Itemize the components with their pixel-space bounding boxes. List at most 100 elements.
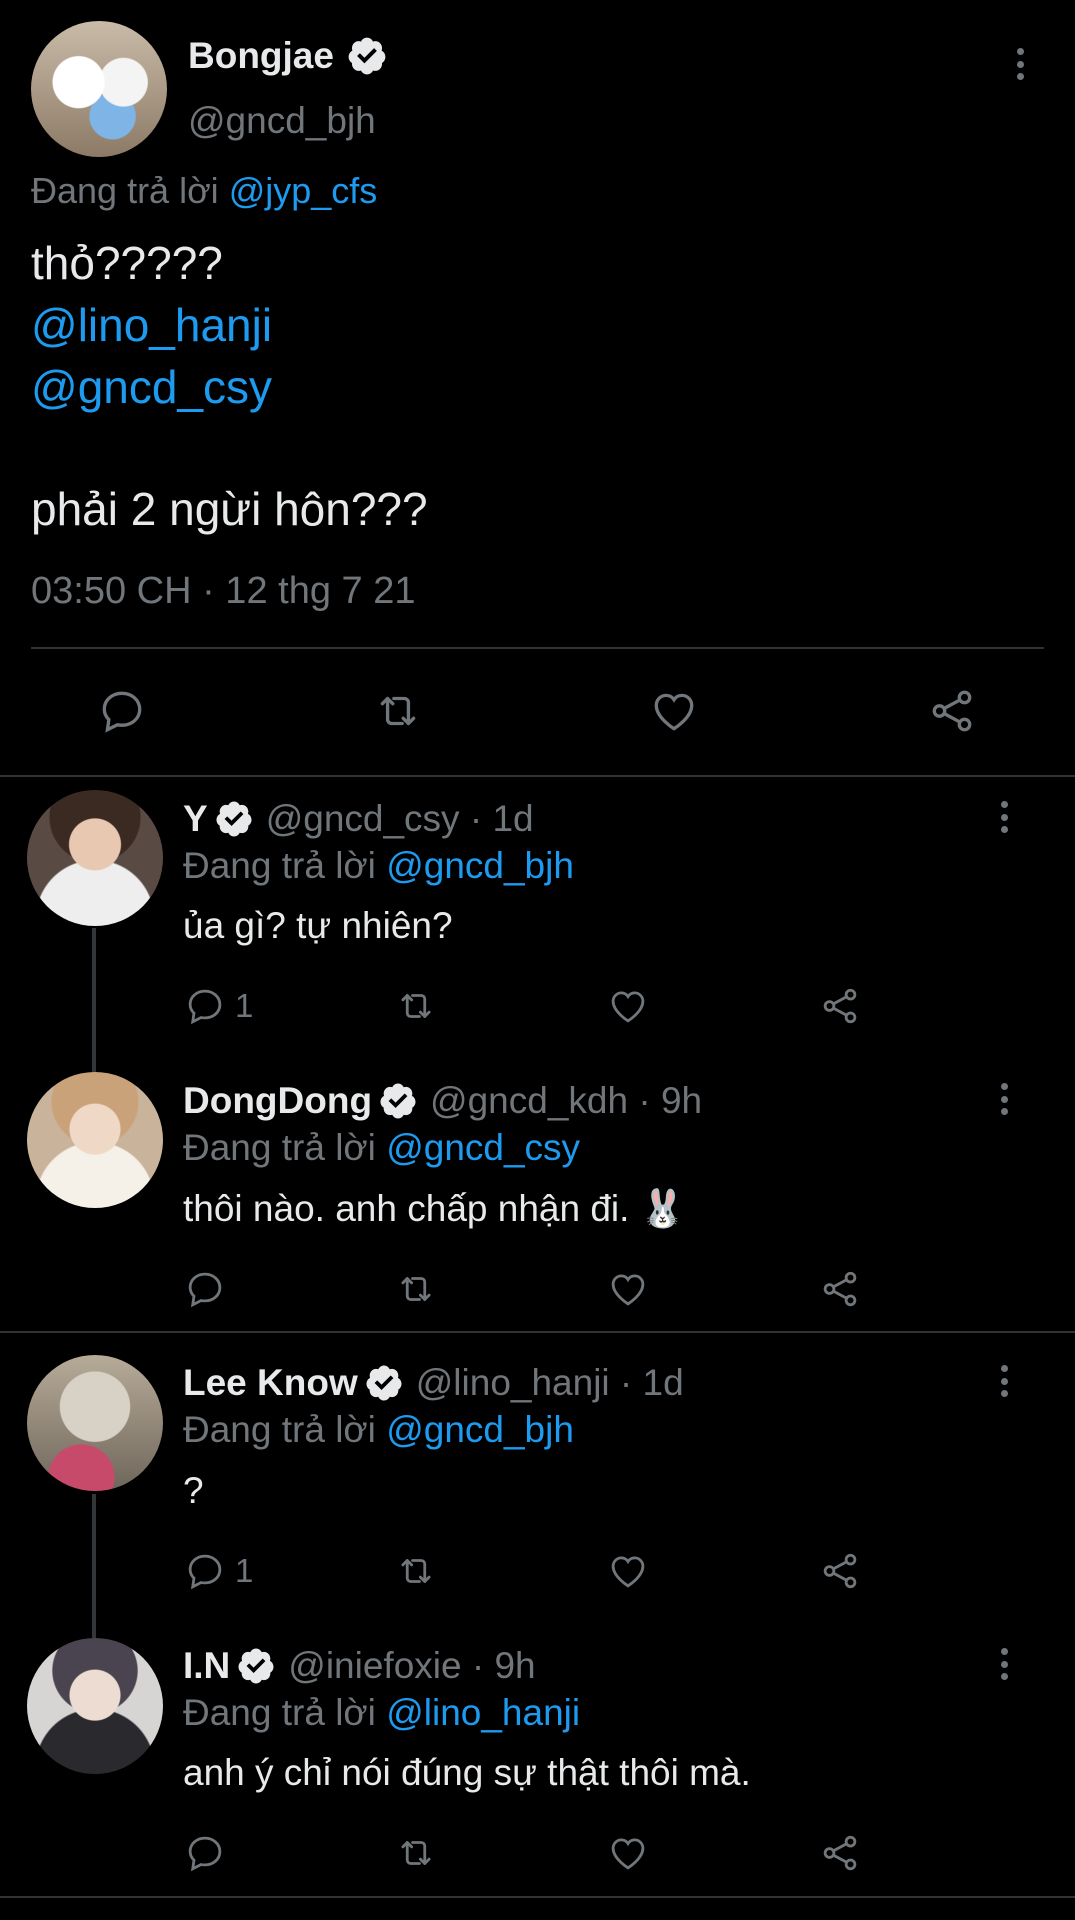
retweet-icon	[401, 1841, 431, 1865]
verified-badge-icon	[236, 1646, 276, 1686]
thread-line	[92, 1494, 96, 1640]
share-icon	[823, 1835, 857, 1871]
like-button[interactable]	[606, 1268, 650, 1310]
reply-header: Y @gncd_csy · 1d	[183, 798, 534, 840]
mention-link[interactable]: @lino_hanji	[31, 294, 428, 356]
replying-to-link[interactable]: @gncd_bjh	[386, 845, 574, 886]
like-button[interactable]	[606, 985, 650, 1027]
divider	[0, 1896, 1075, 1898]
reply-icon	[188, 1836, 222, 1872]
mention-link[interactable]: @gncd_csy	[31, 356, 428, 418]
reply-author-name[interactable]: Lee Know	[183, 1362, 358, 1404]
reply-author-name[interactable]: DongDong	[183, 1080, 372, 1122]
more-icon[interactable]	[992, 1359, 1016, 1403]
verified-badge-icon	[364, 1363, 404, 1403]
heart-icon	[611, 991, 645, 1023]
reply-button[interactable]	[183, 1268, 227, 1310]
heart-icon	[611, 1274, 645, 1306]
retweet-button[interactable]	[370, 686, 426, 736]
reply-text: thôi nào. anh chấp nhận đi. 🐰	[183, 1188, 686, 1229]
reply-author-name[interactable]: I.N	[183, 1645, 230, 1687]
reply-author-name[interactable]: Y	[183, 798, 208, 840]
reply-header: DongDong @gncd_kdh · 9h	[183, 1080, 702, 1122]
tweet-text-line: phải 2 ngừi hôn???	[31, 483, 428, 535]
reply-avatar[interactable]	[27, 1638, 163, 1774]
like-button[interactable]	[606, 1832, 650, 1874]
reply-count: 1	[235, 987, 254, 1024]
share-icon	[823, 988, 857, 1024]
replying-to-line: Đang trả lời @gncd_bjh	[183, 1409, 574, 1451]
like-button[interactable]	[648, 686, 700, 736]
replying-to-link[interactable]: @gncd_csy	[386, 1127, 580, 1168]
share-button[interactable]	[818, 1832, 862, 1874]
divider	[0, 1331, 1075, 1333]
heart-icon	[611, 1556, 645, 1588]
tweet-timestamp[interactable]: 03:50 CH · 12 thg 7 21	[31, 570, 415, 613]
reply-avatar[interactable]	[27, 790, 163, 926]
reply-icon	[188, 1272, 222, 1308]
reply-button[interactable]	[183, 1832, 227, 1874]
divider	[0, 775, 1075, 777]
share-button[interactable]	[818, 1550, 862, 1592]
reply-icon	[188, 989, 222, 1025]
thread-line	[92, 928, 96, 1074]
reply-text: ?	[183, 1470, 204, 1511]
replying-to-link[interactable]: @lino_hanji	[386, 1692, 580, 1733]
reply-avatar[interactable]	[27, 1072, 163, 1208]
more-icon[interactable]	[992, 1077, 1016, 1121]
replying-to-line: Đang trả lời @gncd_bjh	[183, 845, 574, 887]
retweet-button[interactable]	[392, 1268, 440, 1310]
reply-avatar[interactable]	[27, 1355, 163, 1491]
reply-header: I.N @iniefoxie · 9h	[183, 1645, 536, 1687]
share-button[interactable]	[926, 686, 978, 736]
retweet-icon	[401, 1559, 431, 1583]
tweet-text-line: thỏ?????	[31, 237, 223, 289]
replying-prefix: Đang trả lời	[31, 170, 229, 211]
reply-text: ủa gì? tự nhiên?	[183, 905, 453, 946]
reply-handle-time: @gncd_csy · 1d	[265, 798, 534, 839]
replying-prefix: Đang trả lời	[183, 1692, 387, 1733]
reply-handle-time: @iniefoxie · 9h	[288, 1645, 536, 1686]
author-name: Bongjae	[188, 35, 334, 76]
reply-header: Lee Know @lino_hanji · 1d	[183, 1362, 684, 1404]
heart-icon	[654, 693, 694, 731]
divider	[31, 647, 1044, 649]
retweet-icon	[401, 994, 431, 1018]
retweet-button[interactable]	[392, 1832, 440, 1874]
share-button[interactable]	[818, 985, 862, 1027]
more-icon[interactable]	[1008, 42, 1032, 86]
reply-button[interactable]	[96, 686, 148, 736]
reply-button[interactable]: 1	[183, 1550, 253, 1592]
heart-icon	[611, 1838, 645, 1870]
replying-prefix: Đang trả lời	[183, 845, 387, 886]
replying-to-link[interactable]: @jyp_cfs	[229, 170, 378, 211]
author-handle[interactable]: @gncd_bjh	[188, 100, 376, 142]
retweet-icon	[401, 1277, 431, 1301]
retweet-button[interactable]	[392, 1550, 440, 1592]
more-icon[interactable]	[992, 1642, 1016, 1686]
replying-to-line: Đang trả lời @lino_hanji	[183, 1692, 580, 1734]
verified-badge-icon	[346, 35, 388, 77]
author-avatar[interactable]	[31, 21, 167, 157]
reply-count: 1	[235, 1552, 254, 1589]
share-icon	[823, 1271, 857, 1307]
share-icon	[823, 1553, 857, 1589]
verified-badge-icon	[378, 1081, 418, 1121]
replying-to-line: Đang trả lời @jyp_cfs	[31, 170, 377, 212]
reply-button[interactable]: 1	[183, 985, 253, 1027]
share-icon	[932, 690, 972, 732]
retweet-button[interactable]	[392, 985, 440, 1027]
reply-icon	[188, 1554, 222, 1590]
reply-handle-time: @gncd_kdh · 9h	[430, 1080, 703, 1121]
tweet-body: thỏ????? @lino_hanji @gncd_csy phải 2 ng…	[31, 232, 428, 540]
like-button[interactable]	[606, 1550, 650, 1592]
replying-prefix: Đang trả lời	[183, 1409, 387, 1450]
verified-badge-icon	[214, 799, 254, 839]
share-button[interactable]	[818, 1268, 862, 1310]
replying-to-line: Đang trả lời @gncd_csy	[183, 1127, 580, 1169]
replying-to-link[interactable]: @gncd_bjh	[386, 1409, 574, 1450]
reply-icon	[102, 691, 142, 733]
more-icon[interactable]	[992, 795, 1016, 839]
reply-handle-time: @lino_hanji · 1d	[415, 1362, 684, 1403]
author-name-row[interactable]: Bongjae	[188, 35, 388, 77]
